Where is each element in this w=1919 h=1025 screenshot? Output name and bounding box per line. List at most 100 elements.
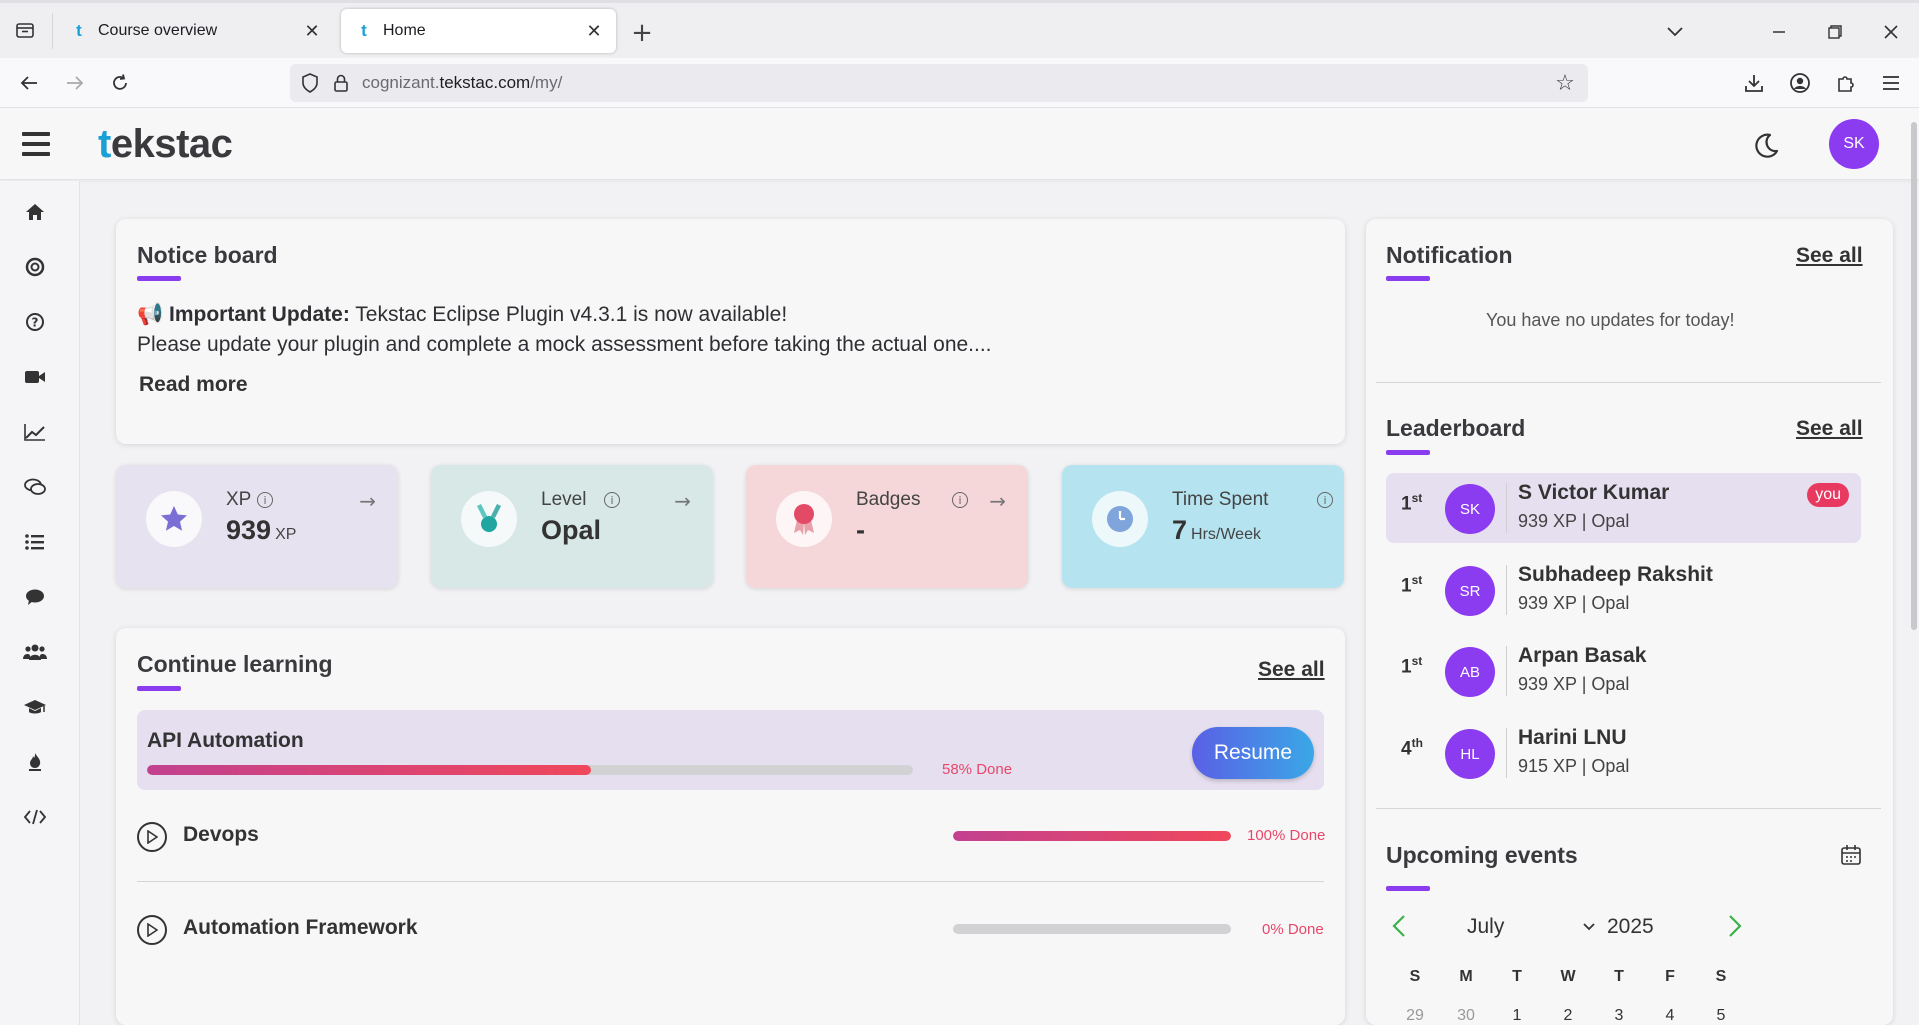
minimize-icon[interactable]: [1764, 17, 1794, 47]
calendar-day[interactable]: 1: [1502, 1007, 1532, 1025]
section-divider: [1376, 382, 1881, 383]
row-separator: [1506, 646, 1507, 696]
close-tab-icon[interactable]: ✕: [302, 21, 322, 41]
course-item-active[interactable]: API Automation: [137, 710, 1324, 790]
stat-card-badges[interactable]: Badges i - →: [746, 465, 1028, 588]
back-icon[interactable]: [14, 68, 44, 98]
play-icon[interactable]: [137, 915, 167, 945]
bookmark-star-icon[interactable]: ☆: [1552, 70, 1578, 96]
calendar-year[interactable]: 2025: [1607, 915, 1654, 939]
downloads-icon[interactable]: [1739, 68, 1769, 98]
calendar-weekday: S: [1409, 968, 1421, 985]
calendar-icon[interactable]: [1840, 844, 1862, 866]
calendar-weekday: F: [1665, 968, 1675, 985]
rank: 1st: [1401, 654, 1423, 678]
hamburger-menu-icon[interactable]: [22, 132, 50, 156]
support-lifebuoy-icon[interactable]: [22, 254, 48, 280]
new-tab-button[interactable]: +: [628, 18, 656, 48]
discussion-icon[interactable]: [22, 474, 48, 500]
calendar-day[interactable]: 29: [1400, 1007, 1430, 1025]
calendar-day[interactable]: 2: [1553, 1007, 1583, 1025]
tab-list-icon[interactable]: [12, 17, 38, 43]
leaderboard-see-all-link[interactable]: See all: [1796, 417, 1863, 441]
tab-course-overview[interactable]: t Course overview ✕: [56, 9, 334, 53]
chevron-down-icon[interactable]: [1582, 917, 1596, 936]
video-icon[interactable]: [22, 364, 48, 390]
graduation-cap-icon[interactable]: [22, 694, 48, 720]
info-icon[interactable]: i: [952, 492, 968, 508]
users-group-icon[interactable]: [22, 639, 48, 665]
page-scrollbar[interactable]: [1911, 122, 1917, 630]
code-icon[interactable]: [22, 804, 48, 830]
close-window-icon[interactable]: [1876, 17, 1906, 47]
close-tab-icon[interactable]: ✕: [584, 21, 604, 41]
leaderboard-name: Subhadeep Rakshit: [1518, 563, 1713, 586]
notification-see-all-link[interactable]: See all: [1796, 244, 1863, 268]
stat-value: 939 XP: [226, 515, 297, 545]
calendar-prev-icon[interactable]: [1390, 912, 1408, 947]
calendar-day[interactable]: 3: [1604, 1007, 1634, 1025]
chat-icon[interactable]: [22, 584, 48, 610]
section-divider: [1376, 808, 1881, 809]
restore-icon[interactable]: [1820, 17, 1850, 47]
calendar-day[interactable]: 5: [1706, 1007, 1736, 1025]
reload-icon[interactable]: [105, 68, 135, 98]
course-name[interactable]: Devops: [183, 823, 259, 847]
stat-card-level[interactable]: Level i Opal →: [431, 465, 713, 588]
calendar-weekday: W: [1560, 968, 1576, 985]
continue-learning-see-all-link[interactable]: See all: [1258, 658, 1325, 682]
account-icon[interactable]: [1785, 68, 1815, 98]
notice-board-title: Notice board: [137, 242, 278, 268]
app-header: tekstac SK: [0, 108, 1919, 180]
leaderboard-name: Arpan Basak: [1518, 644, 1647, 667]
arrow-right-icon[interactable]: →: [359, 489, 376, 513]
svg-text:?: ?: [32, 316, 39, 330]
stat-label: Level: [541, 489, 587, 510]
forward-icon[interactable]: [60, 68, 90, 98]
browser-nav-bar: cognizant.tekstac.com/my/ ☆: [0, 58, 1919, 108]
home-icon[interactable]: [22, 199, 48, 225]
course-progress-label: 0% Done: [1262, 921, 1324, 938]
play-icon[interactable]: [137, 822, 167, 852]
list-icon[interactable]: [22, 529, 48, 555]
stat-card-xp[interactable]: XP i 939 XP →: [116, 465, 398, 588]
address-bar[interactable]: cognizant.tekstac.com/my/ ☆: [290, 64, 1588, 102]
analytics-chart-icon[interactable]: [22, 419, 48, 445]
user-avatar[interactable]: SK: [1829, 119, 1879, 169]
course-name[interactable]: Automation Framework: [183, 916, 418, 940]
fire-icon[interactable]: [22, 749, 48, 775]
leaderboard-title: Leaderboard: [1386, 415, 1526, 441]
info-icon[interactable]: i: [257, 492, 273, 508]
continue-learning-card: [116, 628, 1345, 1025]
tab-home[interactable]: t Home ✕: [341, 9, 616, 53]
leaderboard-row[interactable]: 1st AB Arpan Basak 939 XP | Opal: [1386, 636, 1861, 706]
dark-mode-moon-icon[interactable]: [1752, 132, 1780, 160]
arrow-right-icon[interactable]: →: [989, 489, 1006, 513]
leaderboard-row[interactable]: 4th HL Harini LNU 915 XP | Opal: [1386, 718, 1861, 788]
rank: 4th: [1401, 736, 1423, 760]
rank: 1st: [1401, 573, 1423, 597]
leaderboard-row-you[interactable]: 1st SK S Victor Kumar 939 XP | Opal you: [1386, 473, 1861, 543]
leaderboard-name: Harini LNU: [1518, 726, 1627, 749]
resume-button[interactable]: Resume: [1192, 727, 1314, 779]
read-more-link[interactable]: Read more: [139, 373, 248, 397]
course-progress-bar: [147, 765, 913, 775]
arrow-right-icon[interactable]: →: [674, 489, 691, 513]
course-name: API Automation: [147, 729, 304, 752]
calendar-month-select[interactable]: July: [1467, 915, 1504, 939]
leaderboard-xp-level: 939 XP | Opal: [1518, 593, 1630, 613]
leaderboard-row[interactable]: 1st SR Subhadeep Rakshit 939 XP | Opal: [1386, 555, 1861, 625]
lock-icon[interactable]: [330, 71, 352, 95]
help-icon[interactable]: ?: [22, 309, 48, 335]
menu-icon[interactable]: [1876, 68, 1906, 98]
list-all-tabs-icon[interactable]: [1660, 17, 1690, 47]
tekstac-logo[interactable]: tekstac: [98, 122, 233, 167]
calendar-next-icon[interactable]: [1726, 912, 1744, 947]
shield-icon[interactable]: [298, 71, 322, 95]
info-icon[interactable]: i: [604, 492, 620, 508]
stat-card-time-spent[interactable]: Time Spent i 7 Hrs/Week: [1062, 465, 1344, 588]
extensions-icon[interactable]: [1831, 68, 1861, 98]
calendar-day[interactable]: 4: [1655, 1007, 1685, 1025]
info-icon[interactable]: i: [1317, 492, 1333, 508]
calendar-day[interactable]: 30: [1451, 1007, 1481, 1025]
